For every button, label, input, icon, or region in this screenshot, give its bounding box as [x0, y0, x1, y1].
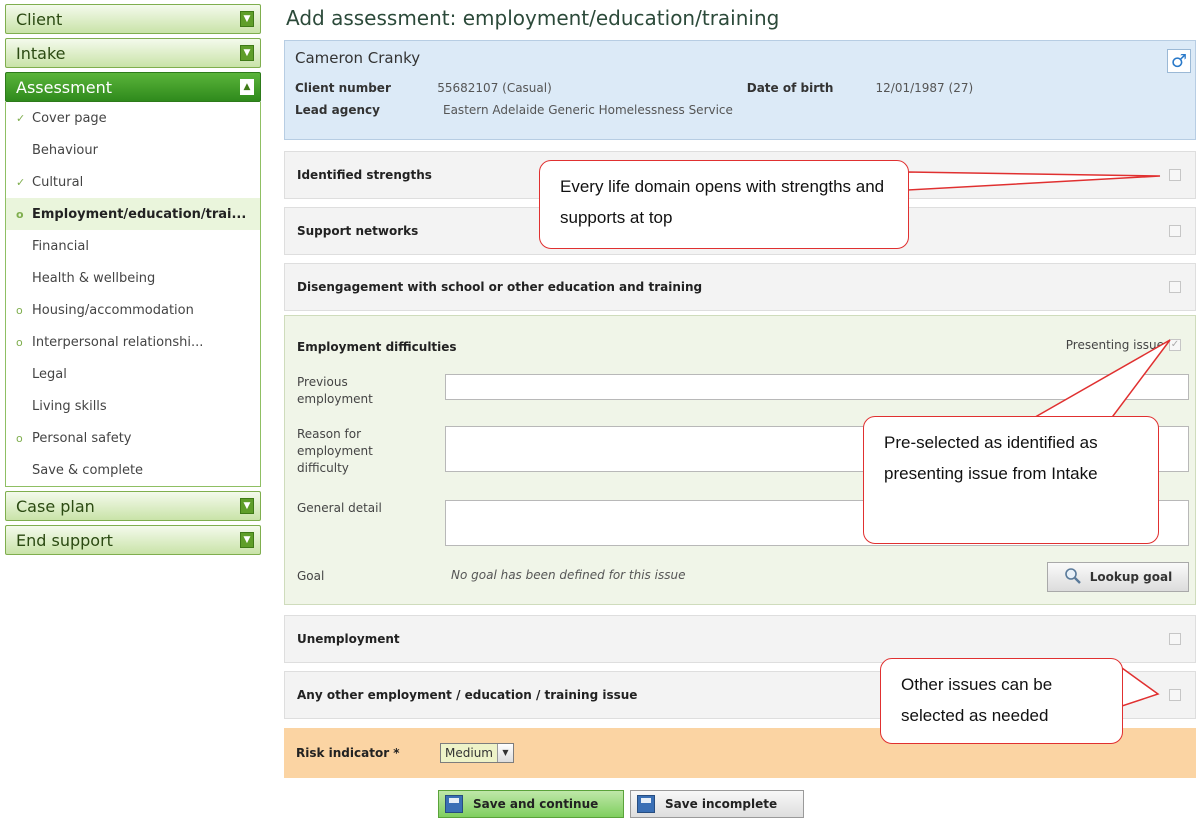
sidebar-item-save-complete[interactable]: Save & complete: [6, 454, 260, 486]
sidebar-item-label: Personal safety: [32, 430, 132, 446]
sidebar-item-label: Save & complete: [32, 462, 144, 478]
save-and-continue-label: Save and continue: [473, 797, 599, 811]
reason-label: Reason for employment difficulty: [297, 427, 373, 475]
save-and-continue-button[interactable]: Save and continue: [438, 790, 624, 818]
sidebar-item-cultural[interactable]: ✓ Cultural: [6, 166, 260, 198]
floppy-disk-icon: [445, 795, 463, 813]
sidebar-section-case-plan[interactable]: Case plan ▼: [5, 491, 261, 521]
lead-agency: Eastern Adelaide Generic Homelessness Se…: [443, 103, 733, 117]
sidebar-section-label: End support: [16, 530, 113, 550]
sidebar-item-health[interactable]: Health & wellbeing: [6, 262, 260, 294]
issue-unemployment[interactable]: Unemployment: [284, 615, 1196, 663]
expand-arrow-icon[interactable]: ▼: [240, 498, 254, 514]
sidebar-item-cover-page[interactable]: ✓ Cover page: [6, 102, 260, 134]
goal-label: Goal: [297, 569, 325, 583]
save-incomplete-label: Save incomplete: [665, 797, 778, 811]
sidebar-item-label: Health & wellbeing: [32, 270, 156, 286]
check-icon: ✓: [16, 175, 26, 189]
dob-value: 12/01/1987 (27): [875, 81, 974, 95]
presenting-issue-label: Presenting issue: [1065, 338, 1164, 352]
issue-checkbox[interactable]: [1169, 633, 1181, 645]
circle-icon: o: [16, 207, 24, 221]
sidebar-section-end-support[interactable]: End support ▼: [5, 525, 261, 555]
client-row: Lead agency Eastern Adelaide Generic Hom…: [295, 99, 1185, 121]
sidebar-item-label: Cover page: [32, 110, 107, 126]
sidebar-section-client[interactable]: Client ▼: [5, 4, 261, 34]
magnifier-icon: [1064, 567, 1082, 588]
issue-checkbox[interactable]: [1169, 281, 1181, 293]
expand-arrow-icon[interactable]: ▼: [240, 45, 254, 61]
client-number: 55682107 (Casual): [437, 81, 552, 95]
previous-employment-label: Previous employment: [297, 375, 373, 406]
lookup-goal-button[interactable]: Lookup goal: [1047, 562, 1189, 592]
sidebar-section-label: Client: [16, 9, 63, 29]
sidebar-item-employment[interactable]: o Employment/education/trai...: [6, 198, 260, 230]
sidebar-item-legal[interactable]: Legal: [6, 358, 260, 390]
sidebar-item-behaviour[interactable]: Behaviour: [6, 134, 260, 166]
issue-label: Unemployment: [297, 632, 400, 646]
sidebar-item-label: Living skills: [32, 398, 107, 414]
client-row: Client number 55682107 (Casual) Date of …: [295, 77, 1185, 99]
general-detail-label: General detail: [297, 501, 382, 515]
callout-other-issues: Other issues can be selected as needed: [880, 658, 1123, 744]
sidebar-item-label: Housing/accommodation: [32, 302, 194, 318]
sidebar-item-label: Behaviour: [32, 142, 98, 158]
issue-label: Disengagement with school or other educa…: [297, 280, 703, 294]
male-symbol-icon: ♂: [1167, 49, 1191, 73]
circle-icon: o: [16, 335, 23, 349]
issue-checkbox[interactable]: [1169, 169, 1181, 181]
check-icon: ✓: [16, 111, 26, 125]
sidebar-item-interpersonal[interactable]: o Interpersonal relationshi...: [6, 326, 260, 358]
lookup-goal-label: Lookup goal: [1089, 570, 1173, 584]
presenting-issue-toggle[interactable]: Presenting issue ✓: [1066, 338, 1181, 352]
issue-label: Identified strengths: [297, 168, 432, 182]
dob-label: Date of birth: [746, 81, 834, 95]
expand-arrow-icon[interactable]: ▼: [240, 11, 254, 27]
previous-employment-input[interactable]: [445, 374, 1189, 400]
sidebar-item-label: Cultural: [32, 174, 84, 190]
lead-agency-label: Lead agency: [295, 103, 380, 117]
client-number-label: Client number: [295, 81, 391, 95]
issue-checkbox[interactable]: [1169, 689, 1181, 701]
sidebar-section-intake[interactable]: Intake ▼: [5, 38, 261, 68]
risk-indicator-select[interactable]: Medium ▼: [440, 743, 514, 763]
sidebar-item-label: Employment/education/trai...: [32, 206, 247, 222]
dropdown-arrow-icon[interactable]: ▼: [496, 744, 513, 762]
sidebar: Client ▼ Intake ▼ Assessment ▲ ✓ Cover pa…: [5, 4, 261, 559]
sidebar-item-personal-safety[interactable]: o Personal safety: [6, 422, 260, 454]
callout-strengths: Every life domain opens with strengths a…: [539, 160, 909, 249]
main-content: Add assessment: employment/education/tra…: [284, 0, 1196, 818]
assessment-items-list: ✓ Cover page Behaviour ✓ Cultural o Employm…: [5, 102, 261, 487]
issue-disengagement[interactable]: Disengagement with school or other educa…: [284, 263, 1196, 311]
sidebar-item-living-skills[interactable]: Living skills: [6, 390, 260, 422]
goal-text: No goal has been defined for this issue: [451, 568, 686, 582]
callout-preselected: Pre-selected as identified as presenting…: [863, 416, 1159, 544]
collapse-arrow-icon[interactable]: ▲: [240, 79, 254, 95]
client-summary: Cameron Cranky Client number 55682107 (C…: [284, 40, 1196, 140]
issue-label: Support networks: [297, 224, 419, 238]
sidebar-section-label: Assessment: [16, 77, 112, 97]
risk-indicator-label: Risk indicator *: [296, 746, 400, 760]
circle-icon: o: [16, 431, 23, 445]
issue-label: Any other employment / education / train…: [297, 688, 638, 702]
sidebar-section-label: Case plan: [16, 496, 95, 516]
sidebar-item-housing[interactable]: o Housing/accommodation: [6, 294, 260, 326]
issue-checkbox[interactable]: [1169, 225, 1181, 237]
risk-selected-value: Medium: [441, 744, 497, 762]
issue-label: Employment difficulties: [297, 340, 457, 354]
floppy-disk-icon: [637, 795, 655, 813]
presenting-issue-checkbox[interactable]: ✓: [1169, 339, 1181, 351]
circle-icon: o: [16, 303, 23, 317]
save-incomplete-button[interactable]: Save incomplete: [630, 790, 804, 818]
sidebar-item-label: Financial: [32, 238, 89, 254]
sidebar-section-label: Intake: [16, 43, 66, 63]
sidebar-item-label: Legal: [32, 366, 67, 382]
client-name: Cameron Cranky: [295, 49, 421, 67]
page-title: Add assessment: employment/education/tra…: [286, 6, 780, 30]
expand-arrow-icon[interactable]: ▼: [240, 532, 254, 548]
sidebar-section-assessment[interactable]: Assessment ▲: [5, 72, 261, 102]
sidebar-item-financial[interactable]: Financial: [6, 230, 260, 262]
sidebar-item-label: Interpersonal relationshi...: [32, 334, 204, 350]
